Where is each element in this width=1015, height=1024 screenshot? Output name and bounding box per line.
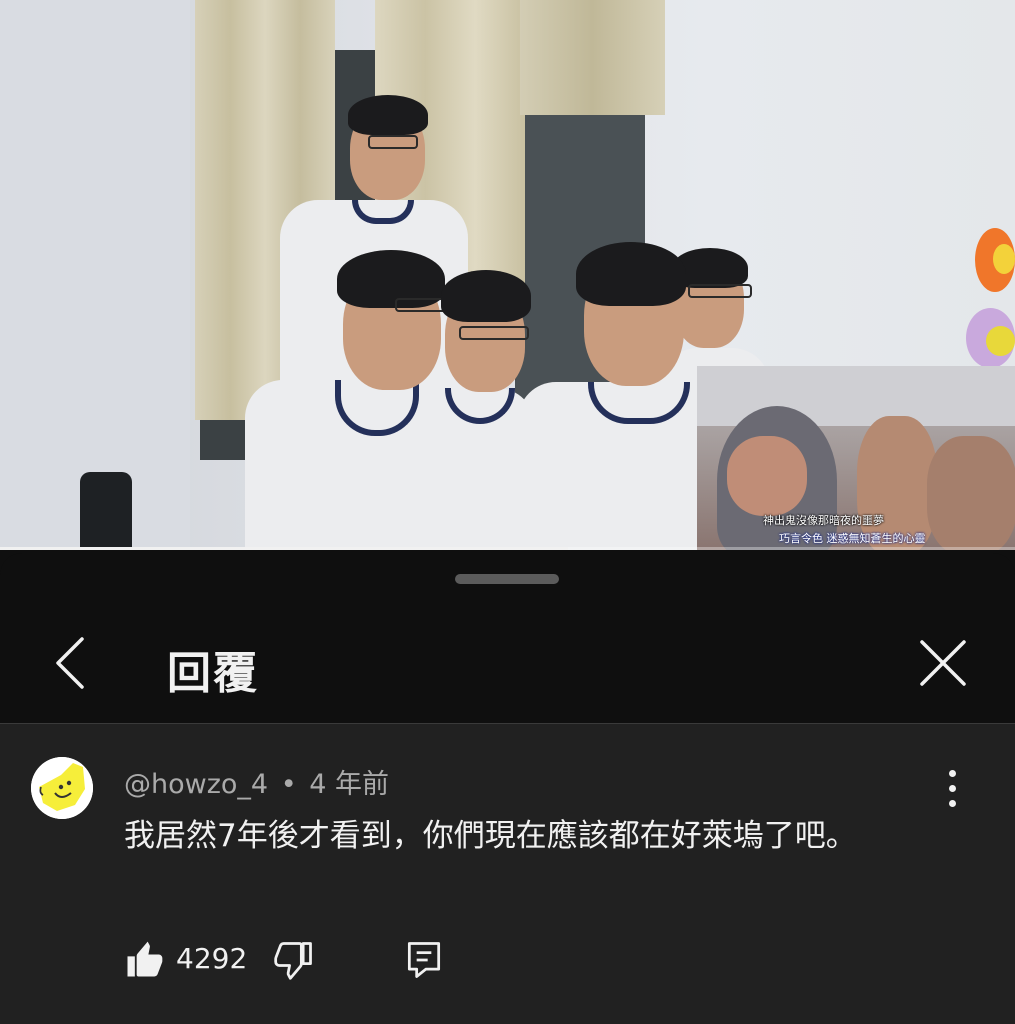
video-subtitle: 巧言令色 迷惑無知蒼生的心靈: [779, 532, 926, 545]
comment-meta: @howzo_4 • 4 年前: [124, 762, 389, 801]
video-progress-bar[interactable]: [0, 547, 1015, 550]
sheet-title: 回覆: [167, 648, 259, 699]
dislike-button[interactable]: [272, 938, 316, 982]
more-options-button[interactable]: [935, 764, 971, 814]
close-button[interactable]: [905, 625, 981, 701]
thumbs-up-icon: [127, 941, 163, 977]
video-inset-animation: 神出鬼沒像那暗夜的噩夢 巧言令色 迷惑無知蒼生的心靈: [697, 366, 1015, 550]
comment-author[interactable]: @howzo_4: [124, 769, 268, 800]
video-subtitle: 神出鬼沒像那暗夜的噩夢: [763, 514, 884, 527]
back-button[interactable]: [40, 623, 110, 703]
comment-text: 我居然7年後才看到，你們現在應該都在好萊塢了吧。: [124, 818, 857, 854]
close-icon: [920, 640, 966, 686]
video-progress-fill: [0, 547, 569, 550]
replies-sheet: 回覆 @howzo_4 • 4 年前 我居然7年後才看到，你們現在應該都在好萊塢…: [0, 553, 1015, 1024]
sheet-drag-handle[interactable]: [455, 574, 559, 584]
video-player[interactable]: 神出鬼沒像那暗夜的噩夢 巧言令色 迷惑無知蒼生的心靈: [0, 0, 1015, 550]
more-vertical-icon: [949, 770, 956, 777]
thumbs-down-icon: [274, 942, 312, 980]
avatar[interactable]: [31, 757, 93, 819]
comment-timestamp: 4 年前: [309, 769, 389, 800]
reply-button[interactable]: [402, 938, 446, 982]
reply-icon: [407, 942, 441, 978]
comment: @howzo_4 • 4 年前 我居然7年後才看到，你們現在應該都在好萊塢了吧。…: [0, 724, 1015, 1024]
video-wall-pillar: [0, 0, 190, 550]
like-button[interactable]: [122, 938, 166, 982]
meta-separator: •: [280, 769, 297, 800]
video-curtain: [520, 0, 665, 115]
like-count: 4292: [176, 942, 248, 975]
avatar-image: [31, 757, 93, 819]
video-chair: [80, 472, 132, 550]
chevron-left-icon: [56, 637, 84, 689]
